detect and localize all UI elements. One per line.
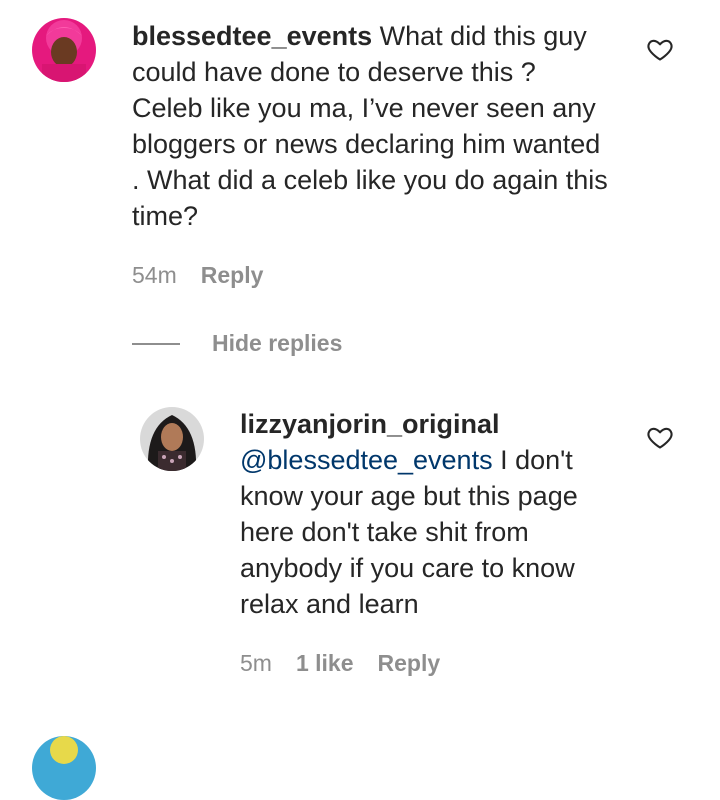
reply-button[interactable]: Reply	[378, 650, 441, 677]
comment-meta: 54m Reply	[132, 262, 263, 289]
reply-button[interactable]: Reply	[201, 262, 264, 289]
avatar[interactable]	[32, 736, 96, 800]
comment-item: blessedtee_events What did this guy coul…	[0, 0, 720, 300]
comment-message: What did this guy could have done to des…	[132, 21, 608, 231]
hide-replies-divider	[132, 342, 180, 345]
reply-meta: 5m 1 like Reply	[240, 650, 440, 677]
reply-mention[interactable]: @blessedtee_events	[240, 445, 493, 475]
reply-item: lizzyanjorin_original @blessedtee_events…	[0, 400, 720, 700]
comment-time: 54m	[132, 262, 177, 288]
reply-likes-count[interactable]: 1 like	[296, 650, 354, 677]
hide-replies-label: Hide replies	[212, 330, 343, 356]
comment-username[interactable]: blessedtee_events	[132, 21, 372, 51]
hide-replies-toggle[interactable]: Hide replies	[132, 330, 342, 357]
avatar[interactable]	[140, 407, 204, 471]
reply-text: lizzyanjorin_original @blessedtee_events…	[240, 406, 615, 622]
heart-outline-icon[interactable]	[646, 35, 674, 63]
avatar[interactable]	[32, 18, 96, 82]
comment-text: blessedtee_events What did this guy coul…	[132, 18, 612, 234]
heart-outline-icon[interactable]	[646, 423, 674, 451]
reply-time: 5m	[240, 650, 272, 676]
reply-username[interactable]: lizzyanjorin_original	[240, 406, 615, 442]
